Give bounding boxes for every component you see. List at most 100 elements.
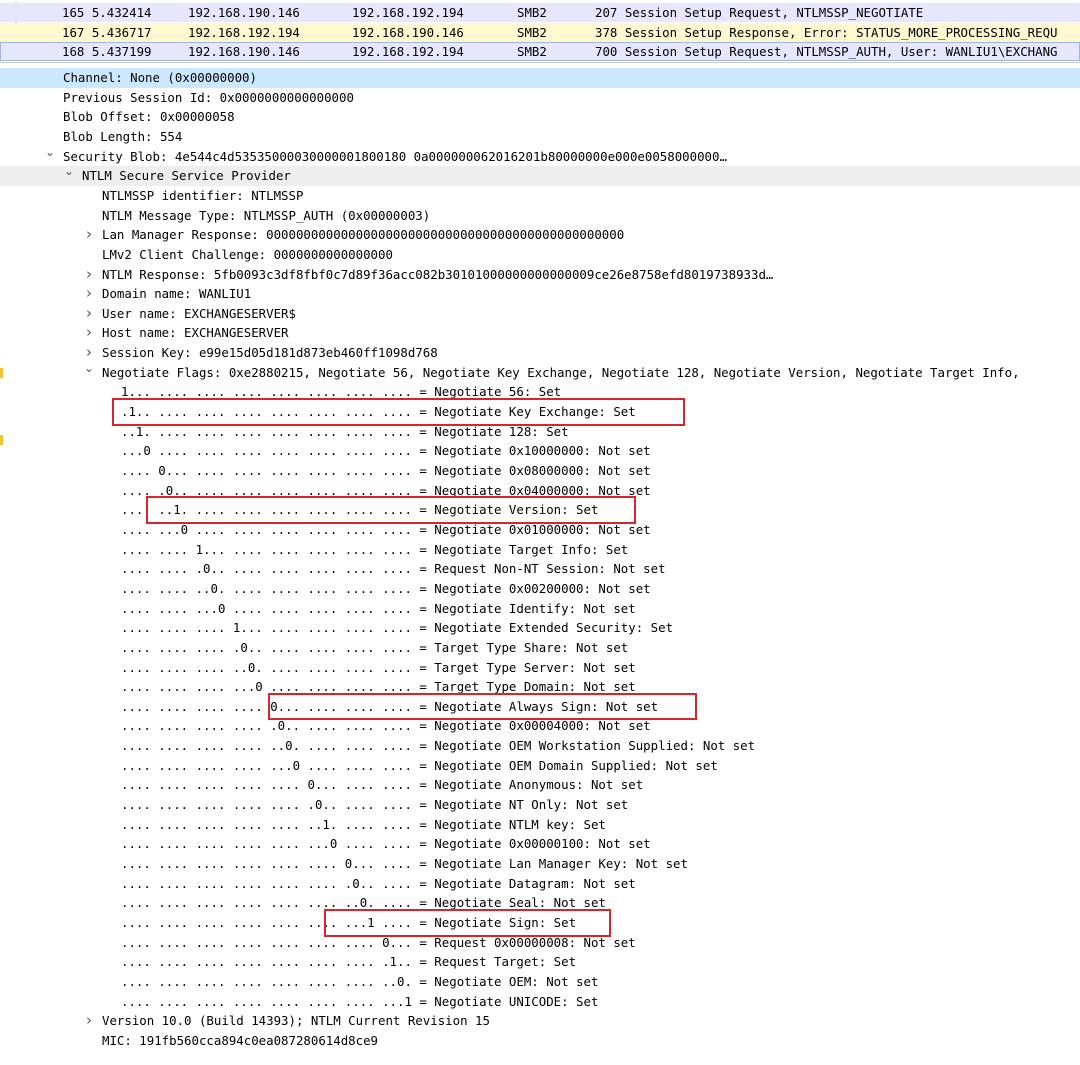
detail-text: Blob Length: 554	[63, 128, 183, 144]
packet-protocol: SMB2	[517, 44, 547, 59]
detail-text: .... .... .... .... .... .... .... .1.. …	[121, 954, 577, 970]
detail-row-lmv2-client-challenge[interactable]: LMv2 Client Challenge: 0000000000000000	[0, 245, 1080, 265]
detail-text: .... 0... .... .... .... .... .... .... …	[121, 463, 651, 478]
packet-source: 192.168.192.194	[188, 24, 300, 40]
detail-row-flag-bit[interactable]: .... .... .... .... .... .... .... ...1 …	[0, 992, 1080, 1012]
detail-row-user-name[interactable]: › User name: EXCHANGESERVER$	[0, 304, 1080, 324]
detail-row-flag-bit[interactable]: .... .... .... .... .... ..1. .... .... …	[0, 815, 1080, 835]
packet-row[interactable]: 167 5.436717 192.168.192.194 192.168.190…	[0, 22, 1080, 42]
detail-text: NTLM Response: 5fb0093c3df8fbf0c7d89f36a…	[102, 266, 774, 282]
packet-row-selected[interactable]: 168 5.437199 192.168.190.146 192.168.192…	[0, 42, 1080, 62]
detail-row-negotiate-flags[interactable]: ⌄ Negotiate Flags: 0xe2880215, Negotiate …	[0, 363, 1080, 383]
detail-row-flag-bit[interactable]: .... .... .... .... .... .0.. .... .... …	[0, 795, 1080, 815]
chevron-down-icon[interactable]: ⌄	[83, 363, 95, 379]
detail-text: .... .... .... .... .... .... .... ...1 …	[121, 993, 599, 1009]
detail-text: User name: EXCHANGESERVER$	[102, 305, 296, 321]
detail-row-flag-bit[interactable]: .... .... .... .... .... 0... .... .... …	[0, 775, 1080, 795]
chevron-right-icon[interactable]: ›	[83, 265, 95, 285]
detail-row-version[interactable]: › Version 10.0 (Build 14393); NTLM Curren…	[0, 1011, 1080, 1031]
packet-no-time: 165 5.432414	[62, 5, 152, 20]
detail-row-flag-bit[interactable]: .... .... .... .... .... .... .... ..0. …	[0, 972, 1080, 992]
detail-row-domain-name[interactable]: › Domain name: WANLIU1	[0, 284, 1080, 304]
packet-no-time: 168 5.437199	[62, 44, 152, 59]
detail-row-flag-bit[interactable]: .... 0... .... .... .... .... .... .... …	[0, 461, 1080, 481]
detail-row-flag-bit[interactable]: .... .... .... .... ..0. .... .... .... …	[0, 736, 1080, 756]
detail-text: .... .... ..0. .... .... .... .... .... …	[121, 580, 651, 596]
detail-text: Negotiate Flags: 0xe2880215, Negotiate 5…	[102, 364, 1020, 380]
detail-row-host-name[interactable]: › Host name: EXCHANGESERVER	[0, 323, 1080, 343]
highlight-box-sign	[324, 908, 611, 937]
detail-text: .... .... .... .0.. .... .... .... .... …	[121, 639, 629, 655]
chevron-right-icon[interactable]: ›	[83, 225, 95, 245]
highlight-box-key-exchange	[112, 398, 685, 426]
detail-row-flag-bit[interactable]: .... .... 1... .... .... .... .... .... …	[0, 540, 1080, 560]
chevron-down-icon[interactable]: ⌄	[63, 166, 75, 182]
packet-destination: 192.168.192.194	[352, 5, 464, 20]
chevron-right-icon[interactable]: ›	[83, 1011, 95, 1031]
detail-row-flag-bit[interactable]: .... .... .... .... .... ...0 .... .... …	[0, 834, 1080, 854]
detail-row-ntlm-secure-service-provider[interactable]: ⌄ NTLM Secure Service Provider	[0, 166, 1080, 186]
detail-text: .... .... ...0 .... .... .... .... .... …	[121, 600, 636, 616]
detail-row-mic[interactable]: MIC: 191fb560cca894c0ea087280614d8ce9	[0, 1031, 1080, 1051]
detail-text: Domain name: WANLIU1	[102, 286, 252, 302]
detail-row-flag-bit[interactable]: ...0 .... .... .... .... .... .... .... …	[0, 441, 1080, 461]
packet-info: 378 Session Setup Response, Error: STATU…	[595, 24, 1058, 40]
detail-text: Blob Offset: 0x00000058	[63, 109, 235, 125]
detail-row-blob-offset[interactable]: Blob Offset: 0x00000058	[0, 107, 1080, 127]
chevron-right-icon[interactable]: ›	[83, 323, 95, 343]
detail-row-flag-bit[interactable]: .... .... .... .0.. .... .... .... .... …	[0, 638, 1080, 658]
detail-text: Previous Session Id: 0x0000000000000000	[63, 89, 354, 105]
detail-text: .... .... .... .... .... ...0 .... .... …	[121, 836, 651, 852]
packet-list: 165 5.432414 192.168.190.146 192.168.192…	[0, 0, 1080, 63]
detail-row-previous-session-id[interactable]: Previous Session Id: 0x0000000000000000	[0, 88, 1080, 108]
detail-text: .... .... .... ..0. .... .... .... .... …	[121, 659, 636, 675]
detail-text: Host name: EXCHANGESERVER	[102, 325, 289, 341]
detail-text: ...0 .... .... .... .... .... .... .... …	[121, 443, 651, 459]
detail-row-flag-bit[interactable]: .... .... ..0. .... .... .... .... .... …	[0, 579, 1080, 599]
detail-text: .... .... .... .... .... ..1. .... .... …	[121, 816, 606, 832]
detail-row-ntlm-message-type[interactable]: NTLM Message Type: NTLMSSP_AUTH (0x00000…	[0, 206, 1080, 226]
chevron-right-icon[interactable]: ›	[83, 284, 95, 304]
packet-destination: 192.168.192.194	[352, 44, 464, 59]
detail-text: Lan Manager Response: 000000000000000000…	[102, 227, 625, 243]
detail-text: .... .... .... .... .... 0... .... .... …	[121, 777, 644, 793]
packet-row[interactable]: 165 5.432414 192.168.190.146 192.168.192…	[0, 3, 1080, 23]
detail-text: Version 10.0 (Build 14393); NTLM Current…	[102, 1013, 490, 1029]
detail-row-flag-bit[interactable]: .... .... ...0 .... .... .... .... .... …	[0, 599, 1080, 619]
detail-row-session-key[interactable]: › Session Key: e99e15d05d181d873eb460ff10…	[0, 343, 1080, 363]
detail-text: Session Key: e99e15d05d181d873eb460ff109…	[102, 345, 438, 361]
detail-row-channel[interactable]: Channel: None (0x00000000)	[0, 68, 1080, 88]
chevron-right-icon[interactable]: ›	[83, 304, 95, 324]
detail-text: MIC: 191fb560cca894c0ea087280614d8ce9	[102, 1032, 379, 1048]
detail-row-flag-bit[interactable]: .... .... .0.. .... .... .... .... .... …	[0, 559, 1080, 579]
detail-text: NTLMSSP identifier: NTLMSSP	[102, 187, 304, 203]
chevron-right-icon[interactable]: ›	[83, 343, 95, 363]
detail-row-security-blob[interactable]: ⌄ Security Blob: 4e544c4d5353500003000000…	[0, 147, 1080, 167]
packet-protocol: SMB2	[517, 24, 547, 40]
detail-row-flag-bit[interactable]: .... .... .... ..0. .... .... .... .... …	[0, 658, 1080, 678]
detail-row-flag-bit[interactable]: .... .... .... 1... .... .... .... .... …	[0, 618, 1080, 638]
detail-text: Security Blob: 4e544c4d53535000030000001…	[63, 148, 727, 164]
detail-row-flag-bit[interactable]: .... .... .... .... .... .... .... .1.. …	[0, 952, 1080, 972]
detail-text: .... .... .... .... ...0 .... .... .... …	[121, 757, 718, 773]
detail-row-ntlm-response[interactable]: › NTLM Response: 5fb0093c3df8fbf0c7d89f36…	[0, 265, 1080, 285]
detail-row-flag-bit[interactable]: .... .... .... .... .... .... .0.. .... …	[0, 874, 1080, 894]
chevron-down-icon[interactable]: ⌄	[44, 147, 56, 163]
detail-text: .... .... .... .... .... .... .... ..0. …	[121, 973, 599, 989]
detail-text: .... .... .... .... .... .... 0... .... …	[121, 856, 688, 871]
detail-text: .... .... .... .... .... .... .0.. .... …	[121, 875, 636, 891]
detail-row-flag-bit[interactable]: .... .... .... .... .... .... 0... .... …	[0, 854, 1080, 874]
detail-text: LMv2 Client Challenge: 0000000000000000	[102, 246, 393, 262]
detail-text: NTLM Message Type: NTLMSSP_AUTH (0x00000…	[102, 207, 431, 223]
packet-no-time: 167 5.436717	[62, 24, 152, 40]
detail-row-flag-bit[interactable]: .... .... .... .... ...0 .... .... .... …	[0, 756, 1080, 776]
detail-row-ntlmssp-identifier[interactable]: NTLMSSP identifier: NTLMSSP	[0, 186, 1080, 206]
detail-text: .... .... .... .... ..0. .... .... .... …	[121, 738, 756, 754]
packet-info: 207 Session Setup Request, NTLMSSP_NEGOT…	[595, 5, 924, 20]
detail-row-blob-length[interactable]: Blob Length: 554	[0, 127, 1080, 147]
highlight-box-always-sign	[268, 692, 697, 721]
packet-protocol: SMB2	[517, 5, 547, 20]
packet-destination: 192.168.190.146	[352, 24, 464, 40]
detail-text: .... .... .0.. .... .... .... .... .... …	[121, 561, 666, 577]
detail-row-lan-manager-response[interactable]: › Lan Manager Response: 00000000000000000…	[0, 225, 1080, 245]
